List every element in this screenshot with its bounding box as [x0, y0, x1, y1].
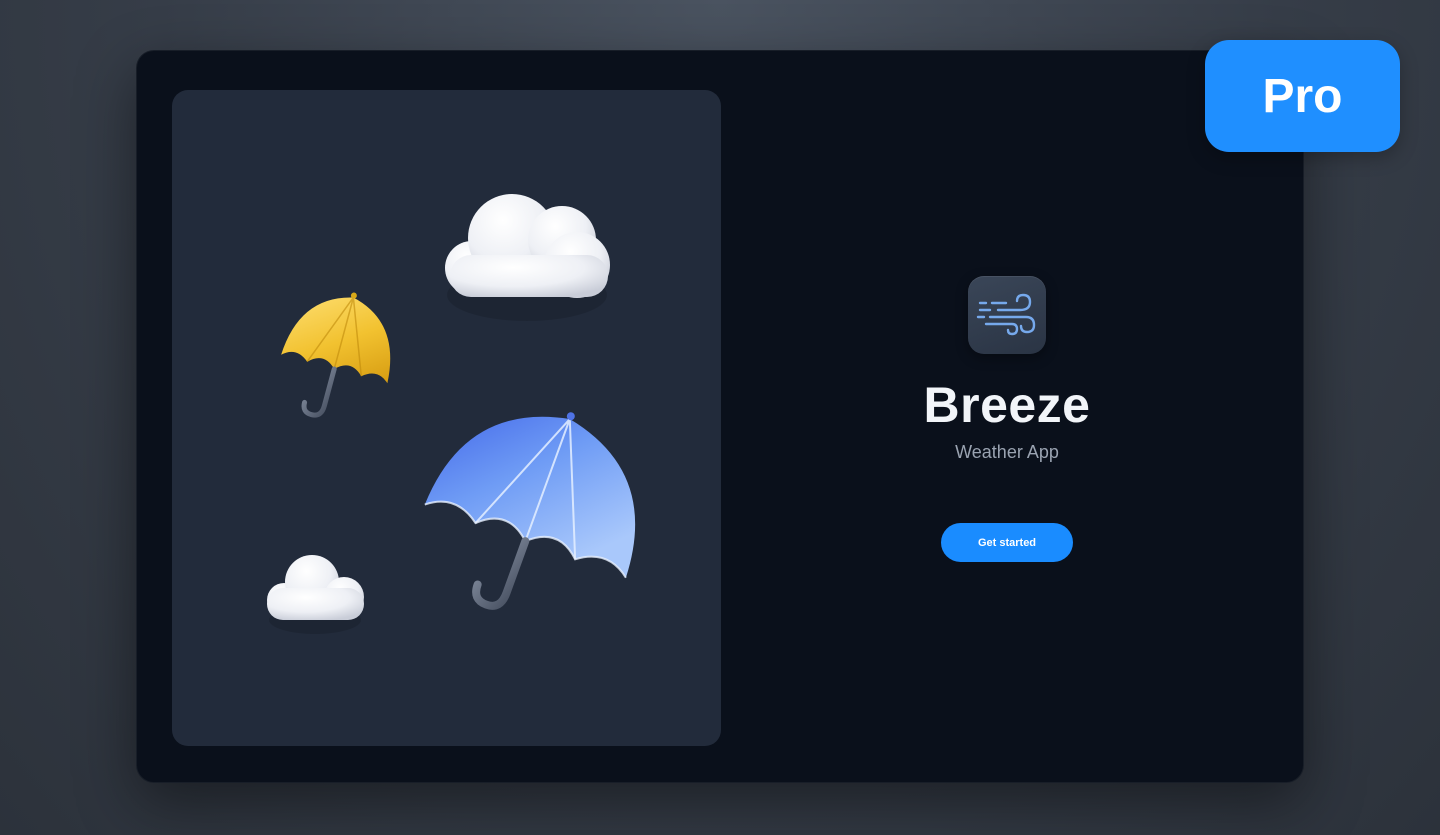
- illustration-panel: [172, 90, 721, 746]
- pro-badge: Pro: [1205, 40, 1400, 152]
- app-title: Breeze: [923, 377, 1091, 433]
- weather-illustration: [267, 194, 636, 634]
- get-started-button[interactable]: Get started: [941, 523, 1073, 562]
- app-subtitle: Weather App: [955, 442, 1059, 462]
- app-window: Breeze Weather App Get started: [136, 50, 1304, 783]
- umbrella-icon: [424, 412, 636, 610]
- app-icon: [968, 276, 1046, 354]
- wind-icon: [976, 293, 1036, 336]
- cloud-icon: [267, 555, 364, 634]
- cloud-icon: [445, 194, 610, 321]
- welcome-pane: Breeze Weather App Get started: [757, 51, 1257, 782]
- umbrella-icon: [281, 292, 391, 418]
